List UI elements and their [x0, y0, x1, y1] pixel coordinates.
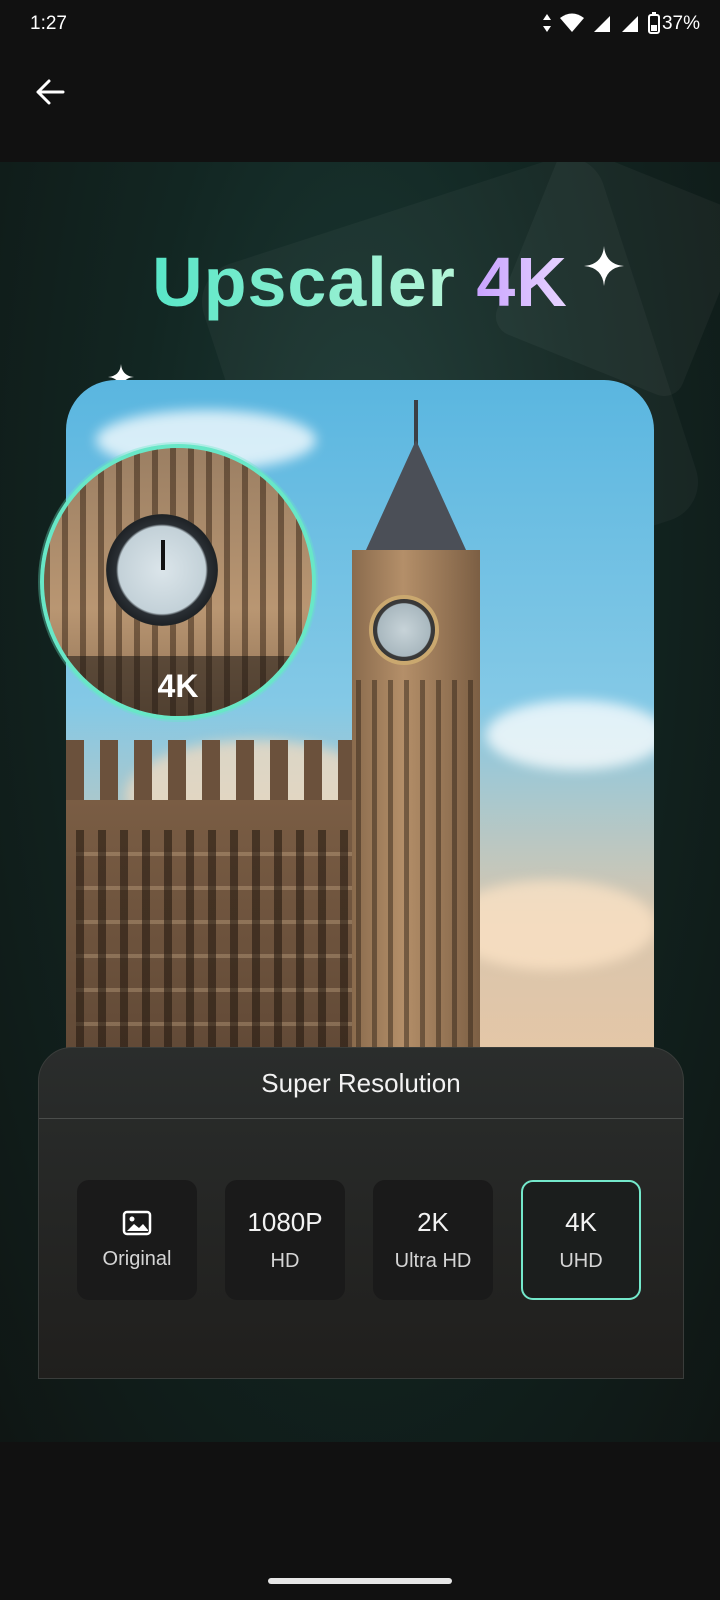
option-4k[interactable]: 4K UHD — [521, 1180, 641, 1300]
status-bar: 1:27 37% — [0, 0, 720, 50]
title-accent: 4K — [476, 243, 568, 321]
resolution-panel: Super Resolution Original 1080P HD 2K Ul… — [38, 1047, 684, 1379]
option-2k[interactable]: 2K Ultra HD — [373, 1180, 493, 1300]
back-button[interactable] — [28, 70, 72, 114]
option-sublabel: HD — [270, 1250, 300, 1272]
sparkle-icon — [584, 246, 624, 286]
option-label: 2K — [417, 1207, 449, 1237]
option-1080p[interactable]: 1080P HD — [225, 1180, 345, 1300]
battery-percent: 37% — [661, 13, 700, 34]
option-original[interactable]: Original — [77, 1180, 197, 1300]
option-sublabel: UHD — [559, 1250, 603, 1272]
zoom-lens: 4K — [40, 444, 316, 720]
option-label: 4K — [565, 1207, 597, 1237]
clock-face — [369, 595, 439, 665]
signal-icon — [594, 16, 610, 32]
lens-label: 4K — [44, 656, 312, 716]
option-label: 1080P — [247, 1207, 323, 1237]
option-sublabel: Ultra HD — [394, 1250, 472, 1272]
image-icon — [122, 1210, 152, 1235]
battery-icon — [648, 12, 660, 34]
hero-title: Upscaler 4K — [0, 242, 720, 390]
signal-icon-2 — [622, 16, 638, 32]
title-text: Upscaler 4K — [152, 242, 568, 322]
panel-title: Super Resolution — [39, 1048, 683, 1119]
status-time: 1:27 — [30, 13, 67, 34]
status-icons — [542, 12, 660, 34]
title-main: Upscaler — [152, 243, 456, 321]
home-indicator[interactable] — [268, 1578, 452, 1584]
arrow-left-icon — [36, 79, 65, 105]
app-bar — [0, 50, 720, 160]
data-transfer-icon — [543, 14, 551, 32]
zoomed-clock — [106, 514, 218, 626]
hero-section: Upscaler 4K 4K Super Resolution Original… — [0, 162, 720, 1442]
option-label: Original — [102, 1247, 172, 1270]
resolution-options: Original 1080P HD 2K Ultra HD 4K UHD — [77, 1180, 641, 1300]
wifi-icon — [560, 13, 584, 32]
